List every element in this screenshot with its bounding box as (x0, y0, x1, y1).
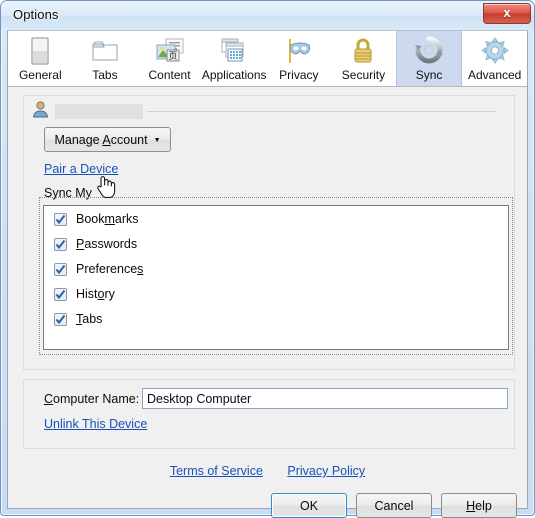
list-item-label: Tabs (76, 312, 103, 326)
checkbox-tabs[interactable] (54, 312, 67, 326)
account-divider (147, 111, 496, 112)
sync-my-listbox[interactable]: Bookmarks Passwords Preferences History … (43, 205, 509, 350)
content-icon: 页 (154, 34, 186, 67)
tab-security[interactable]: Security (331, 31, 396, 86)
options-tabstrip: General Tabs 页 Content Applications Priv… (8, 31, 527, 87)
tab-applications[interactable]: Applications (201, 31, 267, 86)
tab-tabs[interactable]: Tabs (72, 31, 138, 86)
account-header-row (32, 100, 502, 123)
privacy-policy-link[interactable]: Privacy Policy (287, 464, 365, 478)
close-button[interactable]: x (483, 3, 531, 24)
tab-label: Sync (415, 68, 443, 82)
list-item-label: History (76, 287, 115, 301)
checkbox-bookmarks[interactable] (54, 212, 67, 226)
unlink-this-device-link[interactable]: Unlink This Device (44, 417, 147, 431)
options-dialog-window: Options x General Tabs 页 Content Applica… (0, 0, 535, 518)
tab-label: Applications (201, 68, 267, 82)
close-icon: x (503, 5, 511, 20)
checkbox-passwords[interactable] (54, 237, 67, 251)
manage-account-button[interactable]: Manage Account ▼ (44, 127, 171, 152)
list-item-label: Passwords (76, 237, 138, 251)
tab-label: Tabs (92, 68, 118, 82)
terms-of-service-link[interactable]: Terms of Service (170, 464, 263, 478)
tab-content[interactable]: 页 Content (137, 31, 202, 86)
list-item[interactable]: Bookmarks (44, 207, 508, 231)
sync-panel: Manage Account ▼ Pair a Device Sync My B… (8, 87, 527, 518)
applications-icon (219, 34, 249, 67)
manage-account-label: Manage Account (54, 132, 148, 147)
dialog-client-area: General Tabs 页 Content Applications Priv… (7, 30, 528, 518)
tab-privacy[interactable]: Privacy (266, 31, 332, 86)
tabs-icon (90, 34, 120, 67)
computer-name-label: Computer Name: (44, 392, 140, 406)
device-group: Computer Name: Unlink This Device (23, 379, 515, 449)
list-item[interactable]: History (44, 282, 508, 306)
tab-general[interactable]: General (8, 31, 73, 86)
privacy-mask-icon (284, 34, 314, 67)
cancel-button[interactable]: Cancel (356, 493, 432, 518)
list-item[interactable]: Tabs (44, 307, 508, 331)
tab-label: Security (341, 68, 386, 82)
sync-my-label: Sync My (44, 186, 92, 200)
tab-advanced[interactable]: Advanced (462, 31, 527, 86)
padlock-icon (350, 34, 376, 67)
checkbox-preferences[interactable] (54, 262, 67, 276)
footer-links: Terms of Service Privacy Policy (8, 462, 527, 480)
tab-label: Advanced (467, 68, 522, 82)
checkbox-history[interactable] (54, 287, 67, 301)
sync-arrows-icon (414, 34, 444, 67)
title-bar: Options x (1, 1, 534, 30)
tab-label: General (18, 68, 62, 82)
window-title: Options (13, 7, 59, 22)
list-item-label: Preferences (76, 262, 144, 276)
list-item-label: Bookmarks (76, 212, 139, 226)
tab-label: Privacy (279, 68, 319, 82)
pair-a-device-link[interactable]: Pair a Device (44, 162, 118, 176)
general-icon (28, 34, 52, 67)
account-group: Manage Account ▼ Pair a Device Sync My B… (23, 95, 515, 370)
chevron-down-icon: ▼ (153, 137, 161, 144)
list-item[interactable]: Passwords (44, 232, 508, 256)
help-button[interactable]: Help (441, 493, 517, 518)
svg-text:页: 页 (168, 51, 177, 61)
list-item[interactable]: Preferences (44, 257, 508, 281)
user-avatar-icon (32, 100, 49, 123)
gear-icon (480, 34, 510, 67)
ok-button[interactable]: OK (271, 493, 347, 518)
tab-label: Content (148, 68, 191, 82)
account-name-redacted (55, 104, 143, 119)
computer-name-input[interactable] (142, 388, 508, 409)
tab-sync[interactable]: Sync (395, 31, 463, 86)
